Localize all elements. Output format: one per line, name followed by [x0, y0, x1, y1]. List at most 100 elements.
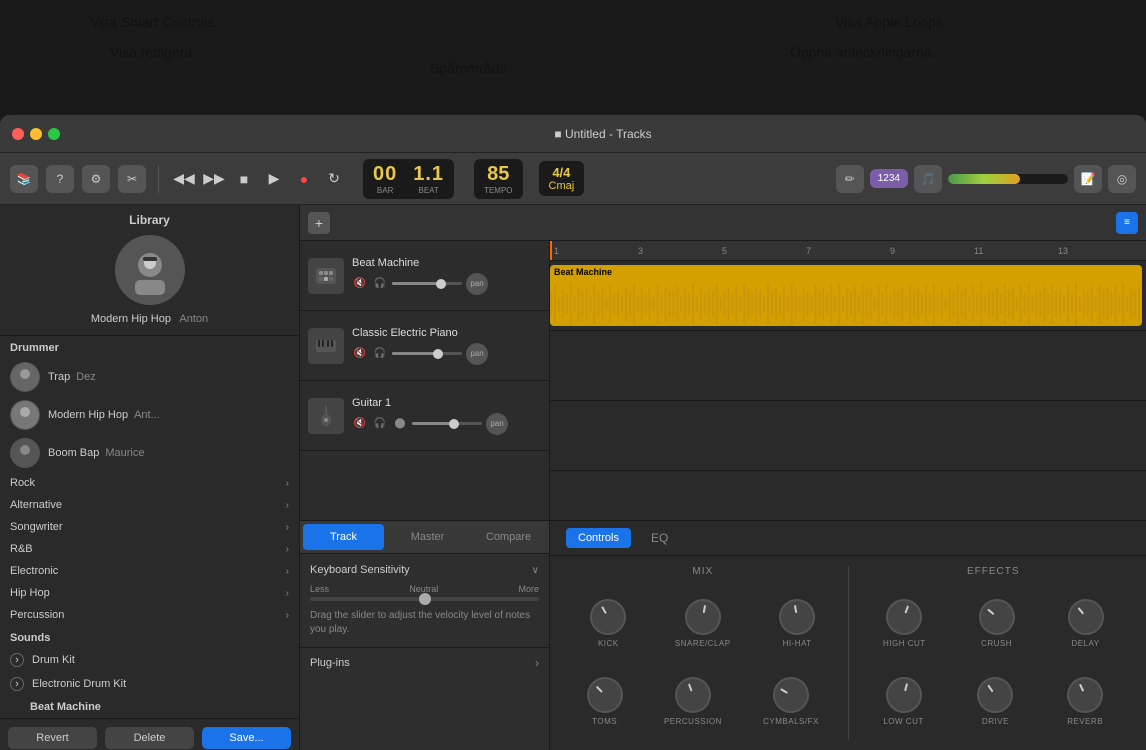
mute-btn-piano[interactable]: 🔇	[352, 346, 368, 362]
crush-knob[interactable]	[971, 592, 1022, 643]
record-button[interactable]: ●	[291, 166, 317, 192]
play-button[interactable]: ▶	[261, 166, 287, 192]
delay-knob-item: DELAY	[1068, 599, 1104, 648]
time-sig-value: 4/4	[552, 165, 570, 180]
loop-button[interactable]: ↻	[321, 166, 347, 192]
drummer-name-boombap: Boom Bap	[48, 447, 99, 459]
scissors-btn[interactable]: ✂	[118, 165, 146, 193]
drummer-person-hiphop: Ant...	[134, 409, 160, 421]
fast-forward-button[interactable]: ▶▶	[201, 166, 227, 192]
artist-name-display: Modern Hip Hop Anton	[91, 309, 208, 327]
revert-button[interactable]: Revert	[8, 727, 97, 749]
highcut-knob[interactable]	[881, 594, 927, 640]
controls-section: Keyboard Sensitivity ∨ Less Neutral More	[300, 554, 549, 647]
hihat-knob[interactable]	[776, 596, 818, 638]
waveform-beat-machine	[550, 279, 1142, 326]
drummer-list: Drummer Trap Dez Modern Hip Hop	[0, 336, 299, 472]
tempo-label: TEMPO	[484, 186, 512, 195]
toms-knob[interactable]	[579, 669, 630, 720]
lowcut-knob[interactable]	[881, 673, 925, 717]
stop-button[interactable]: ■	[231, 166, 257, 192]
keyboard-sensitivity-label: Keyboard Sensitivity	[310, 564, 410, 576]
tab-compare[interactable]: Compare	[468, 521, 549, 553]
library-btn[interactable]: 📚	[10, 165, 38, 193]
headphone-btn-guitar[interactable]: 🎧	[372, 416, 388, 432]
sound-beat-machine: Beat Machine	[30, 701, 289, 713]
add-track-button[interactable]: +	[308, 212, 330, 234]
pan-knob-piano[interactable]: pan	[466, 343, 488, 365]
velocity-thumb[interactable]	[419, 593, 431, 605]
sound-drum-kit[interactable]: › Drum Kit	[0, 648, 299, 672]
velocity-track[interactable]	[310, 597, 539, 601]
close-button[interactable]	[12, 128, 24, 140]
drummer-info-trap: Trap Dez	[48, 371, 96, 383]
track-info-beat-machine: Beat Machine 🔇 🎧 pan	[352, 257, 541, 295]
controls-tab-btn[interactable]: Controls	[566, 528, 631, 548]
drummer-item-boombap[interactable]: Boom Bap Maurice	[0, 434, 299, 472]
level-meter	[948, 174, 1068, 184]
genre-alternative[interactable]: Alternative ›	[0, 494, 299, 516]
volume-slider-beat-machine[interactable]	[392, 282, 462, 285]
audio-clip-beat-machine[interactable]: Beat Machine	[550, 265, 1142, 326]
genre-chevron-rnb: ›	[286, 544, 289, 555]
mute-btn-beat-machine[interactable]: 🔇	[352, 276, 368, 292]
cymbals-label: CYMBALS/FX	[763, 717, 819, 726]
rewind-button[interactable]: ◀◀	[171, 166, 197, 192]
genre-chevron-percussion: ›	[286, 610, 289, 621]
meter-display[interactable]: 1234	[870, 169, 908, 188]
drummer-item-hiphop[interactable]: Modern Hip Hop Ant...	[0, 396, 299, 434]
loops-btn[interactable]: ◎	[1108, 165, 1136, 193]
oppna-anteckningar-annotation: Öppna anteckningarna.	[790, 44, 936, 60]
drummer-name-hiphop: Modern Hip Hop	[48, 409, 128, 421]
level-fill	[948, 174, 1020, 184]
plugins-row[interactable]: Plug-ins ›	[300, 647, 549, 678]
kick-knob[interactable]	[584, 593, 633, 642]
genre-electronic[interactable]: Electronic ›	[0, 560, 299, 582]
tuner-btn[interactable]: 🎵	[914, 165, 942, 193]
artist-avatar	[115, 235, 185, 305]
pan-knob-guitar[interactable]: pan	[486, 413, 508, 435]
eq-tab[interactable]: EQ	[651, 527, 668, 549]
maximize-button[interactable]	[48, 128, 60, 140]
snare-knob[interactable]	[682, 596, 724, 638]
help-btn[interactable]: ?	[46, 165, 74, 193]
headphone-btn-beat-machine[interactable]: 🎧	[372, 276, 388, 292]
tab-track[interactable]: Track	[303, 524, 384, 550]
pan-knob-beat-machine[interactable]: pan	[466, 273, 488, 295]
genre-songwriter[interactable]: Songwriter ›	[0, 516, 299, 538]
drummer-item-trap[interactable]: Trap Dez	[0, 358, 299, 396]
tempo-value: 85	[487, 163, 509, 186]
pencil-btn[interactable]: ✏	[836, 165, 864, 193]
volume-slider-guitar[interactable]	[412, 422, 482, 425]
headphone-btn-piano[interactable]: 🎧	[372, 346, 388, 362]
drive-knob[interactable]	[970, 670, 1020, 720]
reverb-knob[interactable]	[1061, 671, 1109, 719]
genre-rock[interactable]: Rock ›	[0, 472, 299, 494]
percussion-knob[interactable]	[670, 672, 716, 718]
smart-controls-btn[interactable]: ⚙	[82, 165, 110, 193]
genre-percussion[interactable]: Percussion ›	[0, 604, 299, 626]
time-signature-display[interactable]: 4/4 Cmaj	[539, 161, 585, 196]
crush-label: CRUSH	[981, 639, 1012, 648]
tab-master[interactable]: Master	[387, 521, 468, 553]
bar-display: 00 BAR	[373, 163, 397, 195]
artist-person: Anton	[179, 313, 208, 325]
notes-btn[interactable]: 📝	[1074, 165, 1102, 193]
genre-rnb[interactable]: R&B ›	[0, 538, 299, 560]
track-view-button[interactable]: ≡	[1116, 212, 1138, 234]
sound-electronic-drum-kit[interactable]: › Electronic Drum Kit	[0, 672, 299, 696]
volume-slider-piano[interactable]	[392, 352, 462, 355]
delete-button[interactable]: Delete	[105, 727, 194, 749]
cymbals-knob[interactable]	[766, 670, 815, 719]
library-artist: Modern Hip Hop Anton	[8, 235, 291, 327]
save-button[interactable]: Save...	[202, 727, 291, 749]
record-arm-guitar[interactable]: ⬤	[392, 416, 408, 432]
mute-btn-guitar[interactable]: 🔇	[352, 416, 368, 432]
genre-hiphop[interactable]: Hip Hop ›	[0, 582, 299, 604]
ruler-mark-3: 3	[638, 246, 722, 256]
velocity-more: More	[518, 584, 539, 594]
delay-knob[interactable]	[1060, 592, 1111, 643]
sounds-title: Sounds	[0, 626, 299, 648]
minimize-button[interactable]	[30, 128, 42, 140]
tempo-display[interactable]: 85 TEMPO	[474, 159, 522, 199]
